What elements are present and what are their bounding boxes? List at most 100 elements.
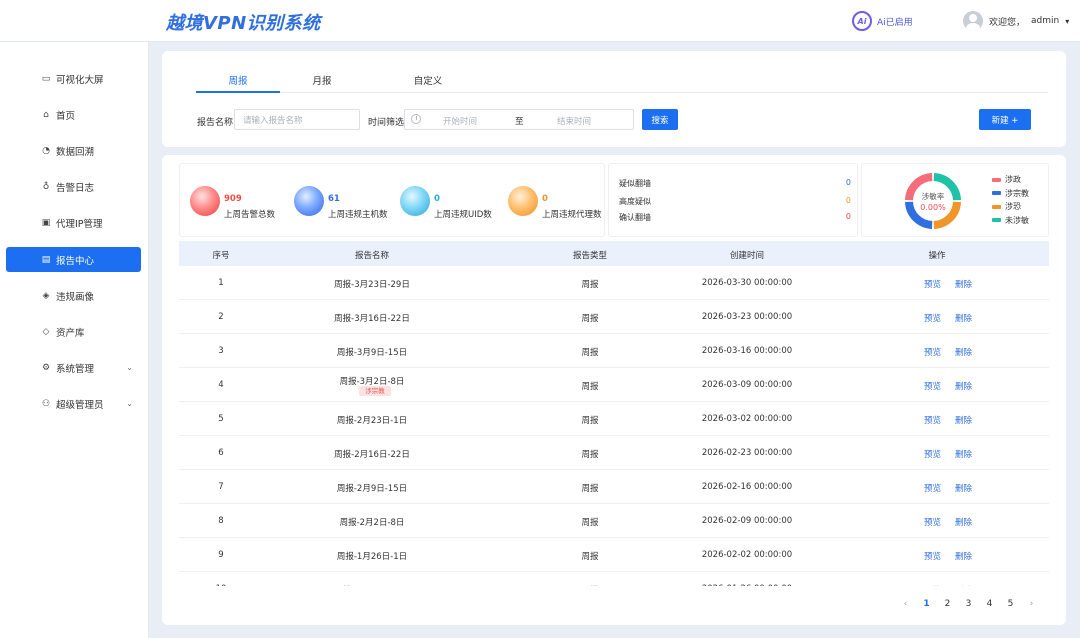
- category-tag: 涉宗教: [359, 386, 391, 396]
- cell-name: 周报-2月9日-15日: [336, 484, 408, 494]
- sidebar-item-label: 报告中心: [56, 255, 95, 267]
- page-4[interactable]: 4: [979, 599, 1000, 609]
- ai-status[interactable]: Ai Ai已启用: [852, 11, 913, 31]
- report-name-input[interactable]: 请输入报告名称: [234, 109, 360, 130]
- start-time-input[interactable]: 开始时间: [443, 115, 477, 127]
- delete-link[interactable]: 删除: [955, 278, 972, 290]
- next-page-button[interactable]: ›: [1021, 599, 1042, 609]
- delete-link[interactable]: 删除: [955, 312, 972, 324]
- page-5[interactable]: 5: [1000, 599, 1021, 609]
- delete-link[interactable]: 删除: [955, 482, 972, 494]
- table-row: 8 周报-2月2日-8日 周报 2026-02-09 00:00:00 预览 删除: [179, 504, 1049, 538]
- sensitivity-chart: 涉敏率 0.00% 涉政 涉宗教 涉恐 未涉敏: [861, 163, 1049, 237]
- suspicion-row: 确认翻墙 0: [619, 212, 851, 223]
- chevron-down-icon[interactable]: ⌄: [126, 363, 133, 372]
- suspicion-row: 高度疑似 0: [619, 196, 851, 207]
- preview-link[interactable]: 预览: [924, 550, 941, 562]
- sidebar-item-label: 首页: [56, 110, 76, 122]
- cell-created: 2026-03-30 00:00:00: [701, 278, 793, 288]
- tab-2[interactable]: 自定义: [386, 73, 470, 93]
- sidebar: ▭ 可视化大屏 ⌂ 首页 ◔ 数据回溯 ♁ 告警日志 ▣ 代理IP管理 ▤ 报告中心 ◈ 违规画像 ◇ 资产库…: [0, 42, 149, 638]
- layers-icon: ◇: [42, 326, 50, 337]
- legend-swatch: [992, 191, 1001, 196]
- sidebar-item-label: 告警日志: [56, 182, 95, 194]
- preview-link[interactable]: 预览: [924, 278, 941, 290]
- stat-orb-icon: [400, 186, 430, 216]
- tab-1[interactable]: 月报: [280, 73, 364, 93]
- legend-label: 涉恐: [1005, 202, 1021, 212]
- preview-link[interactable]: 预览: [924, 312, 941, 324]
- delete-link[interactable]: 删除: [955, 516, 972, 528]
- table-row: 5 周报-2月23日-1日 周报 2026-03-02 00:00:00 预览 删除: [179, 402, 1049, 436]
- sidebar-item-label: 超级管理员: [56, 399, 104, 411]
- preview-link[interactable]: 预览: [924, 380, 941, 392]
- delete-link[interactable]: 删除: [955, 550, 972, 562]
- report-tabs: 周报 月报 自定义: [196, 67, 1048, 93]
- sidebar-item-2[interactable]: ◔ 数据回溯: [6, 138, 141, 163]
- cell-index: 10: [179, 584, 301, 586]
- user-admin-icon: ⚇: [41, 398, 51, 409]
- sidebar-item-label: 代理IP管理: [56, 218, 103, 230]
- cell-name: 周报-3月16日-22日: [334, 314, 410, 324]
- sidebar-item-5[interactable]: ▤ 报告中心: [6, 247, 141, 272]
- search-button[interactable]: 搜索: [642, 109, 678, 130]
- preview-link[interactable]: 预览: [924, 584, 941, 586]
- report-icon: ▤: [41, 254, 51, 265]
- sidebar-item-4[interactable]: ▣ 代理IP管理: [6, 210, 141, 235]
- stat-label: 上周违规代理数: [542, 210, 602, 220]
- welcome-text: 欢迎您，: [989, 17, 1026, 28]
- tab-0[interactable]: 周报: [196, 73, 280, 93]
- cell-type: 周报: [581, 314, 599, 324]
- preview-link[interactable]: 预览: [924, 448, 941, 460]
- legend-item: 未涉敏: [992, 214, 1029, 228]
- page-1[interactable]: 1: [916, 599, 937, 609]
- cell-index: 4: [218, 380, 224, 390]
- table-row: 4 周报-3月2日-8日 周报 2026-03-09 00:00:00 涉宗教 预览 删除: [179, 368, 1049, 402]
- prev-page-button[interactable]: ‹: [895, 599, 916, 609]
- column-header: 序号: [212, 251, 230, 261]
- sidebar-item-6[interactable]: ◈ 违规画像: [6, 283, 141, 308]
- cell-created: 2026-03-09 00:00:00: [701, 380, 793, 390]
- delete-link[interactable]: 删除: [955, 414, 972, 426]
- preview-link[interactable]: 预览: [924, 414, 941, 426]
- preview-link[interactable]: 预览: [924, 346, 941, 358]
- cell-index: 9: [218, 550, 224, 560]
- cell-type: 周报: [581, 552, 599, 562]
- sidebar-item-label: 数据回溯: [56, 146, 95, 158]
- column-header: 操作: [928, 251, 946, 261]
- preview-link[interactable]: 预览: [924, 482, 941, 494]
- cell-index: 8: [218, 516, 224, 526]
- end-time-input[interactable]: 结束时间: [557, 115, 591, 127]
- page-3[interactable]: 3: [958, 599, 979, 609]
- sensitivity-donut: 涉敏率 0.00%: [905, 173, 961, 229]
- chevron-down-icon[interactable]: ▾: [1065, 17, 1069, 26]
- cell-name: 周报-2月16日-22日: [334, 450, 410, 460]
- suspicion-label: 疑似翻墙: [619, 179, 651, 188]
- stat-card: 61 上周违规主机数: [292, 164, 396, 238]
- sidebar-item-8[interactable]: ⚙ 系统管理 ⌄: [6, 355, 141, 380]
- sidebar-item-3[interactable]: ♁ 告警日志: [6, 174, 141, 199]
- delete-link[interactable]: 删除: [955, 584, 972, 586]
- column-header: 报告类型: [572, 251, 607, 261]
- legend-item: 涉宗教: [992, 187, 1029, 201]
- new-report-button[interactable]: 新建 +: [979, 109, 1031, 130]
- sidebar-item-9[interactable]: ⚇ 超级管理员 ⌄: [6, 391, 141, 416]
- page-2[interactable]: 2: [937, 599, 958, 609]
- cell-name: 周报-1月26日-1日: [336, 552, 408, 562]
- user-menu[interactable]: 欢迎您， admin ▾: [963, 11, 1069, 31]
- sidebar-item-1[interactable]: ⌂ 首页: [6, 102, 141, 127]
- table-row: 9 周报-1月26日-1日 周报 2026-02-02 00:00:00 预览 删除: [179, 538, 1049, 572]
- sidebar-item-7[interactable]: ◇ 资产库: [6, 319, 141, 344]
- sidebar-item-0[interactable]: ▭ 可视化大屏: [6, 66, 141, 91]
- delete-link[interactable]: 删除: [955, 448, 972, 460]
- report-list-panel: 909 上周告警总数 61 上周违规主机数 0 上周违规UID数 0 上周违规代理数 疑似翻墙…: [162, 155, 1066, 625]
- preview-link[interactable]: 预览: [924, 516, 941, 528]
- stat-card: 0 上周违规代理数: [506, 164, 610, 238]
- pie-chart-icon: ◔: [42, 145, 50, 156]
- stat-card: 909 上周告警总数: [188, 164, 292, 238]
- delete-link[interactable]: 删除: [955, 380, 972, 392]
- date-range-picker[interactable]: 开始时间 至 结束时间: [404, 109, 634, 130]
- delete-link[interactable]: 删除: [955, 346, 972, 358]
- chevron-down-icon[interactable]: ⌄: [126, 399, 133, 408]
- cell-created: 2026-03-23 00:00:00: [701, 312, 793, 322]
